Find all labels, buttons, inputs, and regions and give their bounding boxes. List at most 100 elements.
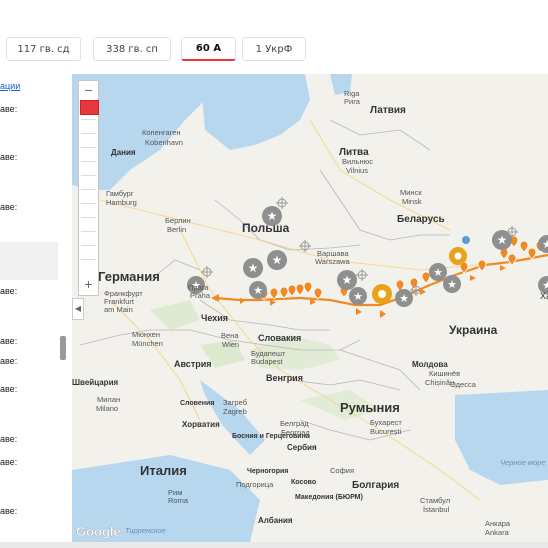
bottom-scrollbar[interactable] (0, 542, 548, 548)
country-label: Латвия (370, 105, 406, 116)
scrollbar-thumb[interactable] (60, 336, 66, 360)
tab-label: 338 гв. сп (106, 43, 158, 55)
tab-label: 60 А (195, 43, 222, 54)
country-label: Австрия (174, 359, 212, 369)
city-label: Warszawa (315, 257, 351, 266)
crosshair-icon[interactable] (276, 197, 288, 209)
location-pin-icon[interactable] (477, 259, 487, 272)
zoom-step[interactable] (81, 203, 96, 215)
zoom-step[interactable] (81, 161, 96, 173)
gold-marker-icon[interactable] (449, 247, 467, 265)
zoom-step[interactable] (81, 175, 96, 187)
tab-1-ukrf[interactable]: 1 УкрФ (242, 37, 306, 61)
location-pin-icon[interactable] (409, 277, 419, 290)
zoom-step[interactable] (81, 231, 96, 243)
city-label: Kobenhavn (145, 138, 183, 147)
country-label: Беларусь (397, 214, 445, 225)
zoom-level-indicator[interactable] (80, 100, 99, 115)
sidebar-panel: ации аве: аве: аве: аве: аве: аве: аве: … (0, 74, 68, 548)
star-marker-icon[interactable]: ★ (337, 270, 357, 290)
country-label: Косово (291, 479, 316, 486)
tab-60-a[interactable]: 60 А (181, 37, 236, 61)
zoom-control: − + (78, 80, 99, 296)
location-pin-icon[interactable] (295, 283, 305, 296)
sea-label: Тирренское (125, 526, 166, 535)
location-pin-icon[interactable] (519, 240, 529, 253)
zoom-out-button[interactable]: − (79, 81, 98, 99)
city-label: Загреб (223, 398, 247, 407)
city-label: Гамбург (106, 189, 134, 198)
location-pin-icon[interactable] (507, 253, 517, 266)
svg-text:★: ★ (497, 233, 508, 247)
star-marker-icon[interactable]: ★ (395, 289, 413, 307)
country-label: Германия (98, 269, 160, 284)
star-marker-icon[interactable]: ★ (349, 287, 367, 305)
sidebar-label: аве: (0, 286, 18, 296)
svg-text:★: ★ (399, 293, 409, 305)
top-bar: 117 гв. сд 338 гв. сп 60 А 1 УкрФ (0, 0, 548, 74)
city-label: Minsk (402, 197, 422, 206)
crosshair-icon[interactable] (356, 269, 368, 281)
sidebar-link[interactable]: ации (0, 81, 20, 91)
svg-text:★: ★ (447, 279, 457, 291)
city-label: Hamburg (106, 198, 137, 207)
city-label: Vilnius (346, 166, 368, 175)
city-label: Минск (400, 188, 422, 197)
city-label: Praha (190, 291, 211, 300)
zoom-in-button[interactable]: + (79, 275, 98, 293)
location-pin-icon[interactable] (279, 286, 289, 299)
star-marker-icon[interactable]: ★ (243, 258, 263, 278)
star-marker-icon[interactable]: ★ (249, 281, 267, 299)
zoom-step[interactable] (81, 133, 96, 145)
svg-text:★: ★ (342, 273, 353, 287)
star-marker-icon[interactable]: ★ (267, 250, 287, 270)
sidebar-label: аве: (0, 457, 18, 467)
country-label: Албания (258, 516, 293, 525)
zoom-step[interactable] (81, 119, 96, 131)
zoom-step[interactable] (81, 189, 96, 201)
location-pin-icon[interactable] (287, 284, 297, 297)
city-label: București (370, 427, 402, 436)
zoom-step[interactable] (81, 259, 96, 271)
location-pin-icon[interactable] (303, 281, 313, 294)
city-label: Milano (96, 404, 118, 413)
city-label: Кишинёв (429, 369, 460, 378)
border-line (319, 169, 450, 241)
country-label: Болгария (352, 480, 399, 491)
sidebar-label: аве: (0, 104, 18, 114)
city-label: Белград (280, 419, 309, 428)
star-marker-icon[interactable]: ★ (443, 275, 461, 293)
tab-338-gv-sp[interactable]: 338 гв. сп (93, 37, 171, 61)
city-label: Бухарест (370, 418, 402, 427)
city-label: Копенгаген (142, 128, 181, 137)
forest-area (150, 300, 200, 330)
country-label: Македония (БЮРМ) (295, 494, 363, 501)
map-canvas[interactable]: ★ ★ ★ ★ ★ ★ ★ ★ ★ ★ ★ ★ ★ Германия Польш… (72, 74, 548, 542)
zoom-step[interactable] (81, 217, 96, 229)
adriatic-sea (200, 380, 265, 455)
sidebar-label: аве: (0, 336, 18, 346)
star-marker-icon[interactable]: ★ (492, 230, 512, 250)
zoom-step[interactable] (81, 147, 96, 159)
city-label: Рига (344, 97, 361, 106)
tab-117-gv-sd[interactable]: 117 гв. сд (6, 37, 81, 61)
collapse-panel-button[interactable]: ◀ (72, 298, 84, 320)
sidebar-selected-row[interactable] (0, 242, 58, 280)
black-sea (455, 390, 548, 485)
blue-marker-icon[interactable] (462, 236, 470, 244)
location-pin-icon[interactable] (421, 271, 431, 284)
route-arrow-icon (356, 308, 362, 315)
crosshair-markers (201, 197, 518, 296)
location-pin-icon[interactable] (313, 287, 323, 300)
country-label: Чехия (201, 313, 228, 323)
star-marker-icon[interactable]: ★ (429, 263, 447, 281)
location-pin-icon[interactable] (269, 287, 279, 300)
zoom-step[interactable] (81, 245, 96, 257)
svg-text:★: ★ (272, 253, 283, 267)
border-line (329, 119, 431, 151)
border-line (289, 379, 401, 391)
tab-label: 1 УкрФ (255, 43, 293, 55)
crosshair-icon[interactable] (299, 240, 311, 252)
border-line (339, 349, 421, 391)
gold-marker-icon[interactable] (372, 284, 392, 304)
